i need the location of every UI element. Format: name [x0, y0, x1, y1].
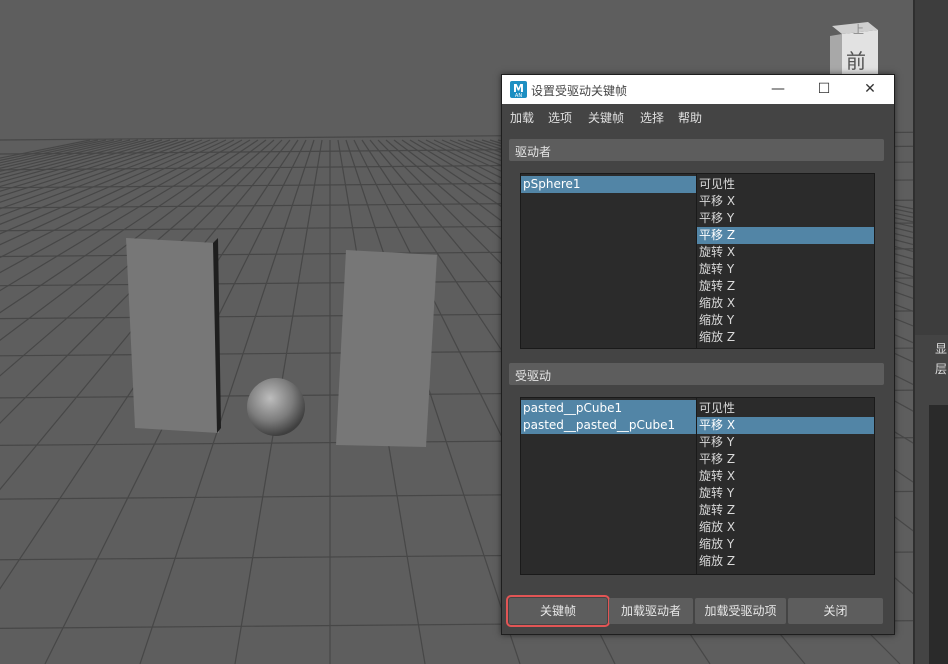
view-cube[interactable]: 上 前	[826, 18, 878, 78]
key-button[interactable]: 关键帧	[506, 595, 610, 627]
driven-attribute-item[interactable]: 缩放 Z	[697, 553, 874, 570]
view-cube-top-label: 上	[853, 23, 864, 36]
driven-attribute-item[interactable]: 缩放 X	[697, 519, 874, 536]
cube-right[interactable]	[336, 250, 437, 447]
menu-bar: 加载 选项 关键帧 选择 帮助	[502, 104, 894, 128]
menu-options[interactable]: 选项	[548, 109, 572, 126]
dialog-titlebar[interactable]: M AN 设置受驱动关键帧 — ☐ ✕	[502, 75, 894, 104]
view-cube-front-label: 前	[846, 49, 866, 73]
maya-app-icon: M AN	[510, 81, 527, 99]
driver-attribute-list[interactable]: 可见性 平移 X 平移 Y 平移 Z 旋转 X 旋转 Y 旋转 Z 缩放 X 缩放 Y 缩放 Z	[696, 173, 875, 349]
sphere[interactable]	[247, 378, 305, 436]
driven-attribute-item[interactable]: 平移 X	[697, 417, 874, 434]
driven-attribute-item[interactable]: 旋转 Y	[697, 485, 874, 502]
driver-attribute-item[interactable]: 平移 Y	[697, 210, 874, 227]
maximize-button[interactable]: ☐	[801, 75, 847, 104]
driver-attribute-item[interactable]: 缩放 X	[697, 295, 874, 312]
driver-attribute-item[interactable]: 平移 X	[697, 193, 874, 210]
driven-header-label: 受驱动	[515, 369, 552, 383]
driver-object-list[interactable]: pSphere1	[520, 173, 697, 349]
minimize-button[interactable]: —	[755, 75, 801, 104]
driver-header-label: 驱动者	[515, 145, 552, 159]
menu-key[interactable]: 关键帧	[588, 109, 624, 126]
driven-object-item[interactable]: pasted__pasted__pCube1	[521, 417, 696, 434]
dialog-title: 设置受驱动关键帧	[531, 84, 628, 98]
close-window-button[interactable]: ✕	[847, 75, 893, 104]
menu-load[interactable]: 加载	[510, 109, 534, 126]
driven-attribute-list[interactable]: 可见性 平移 X 平移 Y 平移 Z 旋转 X 旋转 Y 旋转 Z 缩放 X 缩放 Y 缩放 Z	[696, 397, 875, 575]
driver-attribute-item[interactable]: 旋转 Y	[697, 261, 874, 278]
driven-attribute-item[interactable]: 缩放 Y	[697, 536, 874, 553]
driver-attribute-item[interactable]: 可见性	[697, 176, 874, 193]
load-driven-button[interactable]: 加载受驱动项	[695, 598, 786, 624]
driven-attribute-item[interactable]: 旋转 Z	[697, 502, 874, 519]
close-button[interactable]: 关闭	[788, 598, 883, 624]
driver-attribute-item[interactable]: 旋转 Z	[697, 278, 874, 295]
menu-select[interactable]: 选择	[640, 109, 664, 126]
driven-attribute-item[interactable]: 平移 Z	[697, 451, 874, 468]
driver-object-item[interactable]: pSphere1	[521, 176, 696, 193]
driver-attribute-item[interactable]: 旋转 X	[697, 244, 874, 261]
driven-section-header[interactable]: 受驱动	[509, 363, 884, 385]
right-panel-layer-label[interactable]: 层	[935, 360, 947, 377]
right-panel-list-area	[929, 405, 948, 664]
set-driven-key-dialog: M AN 设置受驱动关键帧 — ☐ ✕ 加载 选项 关键帧 选择 帮助 驱动者 p…	[501, 74, 895, 635]
right-panel-top	[915, 0, 948, 335]
menu-help[interactable]: 帮助	[678, 109, 702, 126]
cube-left[interactable]	[126, 238, 221, 433]
driver-attribute-item[interactable]: 缩放 Y	[697, 312, 874, 329]
driven-attribute-item[interactable]: 旋转 X	[697, 468, 874, 485]
driver-attribute-item[interactable]: 缩放 Z	[697, 329, 874, 346]
driven-object-item[interactable]: pasted__pCube1	[521, 400, 696, 417]
load-driver-button[interactable]: 加载驱动者	[609, 598, 693, 624]
driver-section-header[interactable]: 驱动者	[509, 139, 884, 161]
right-side-panel: 显 层	[913, 0, 948, 664]
driven-object-list[interactable]: pasted__pCube1 pasted__pasted__pCube1	[520, 397, 697, 575]
driven-attribute-item[interactable]: 平移 Y	[697, 434, 874, 451]
right-panel-display-label[interactable]: 显	[935, 340, 947, 357]
driven-attribute-item[interactable]: 可见性	[697, 400, 874, 417]
driver-attribute-item[interactable]: 平移 Z	[697, 227, 874, 244]
